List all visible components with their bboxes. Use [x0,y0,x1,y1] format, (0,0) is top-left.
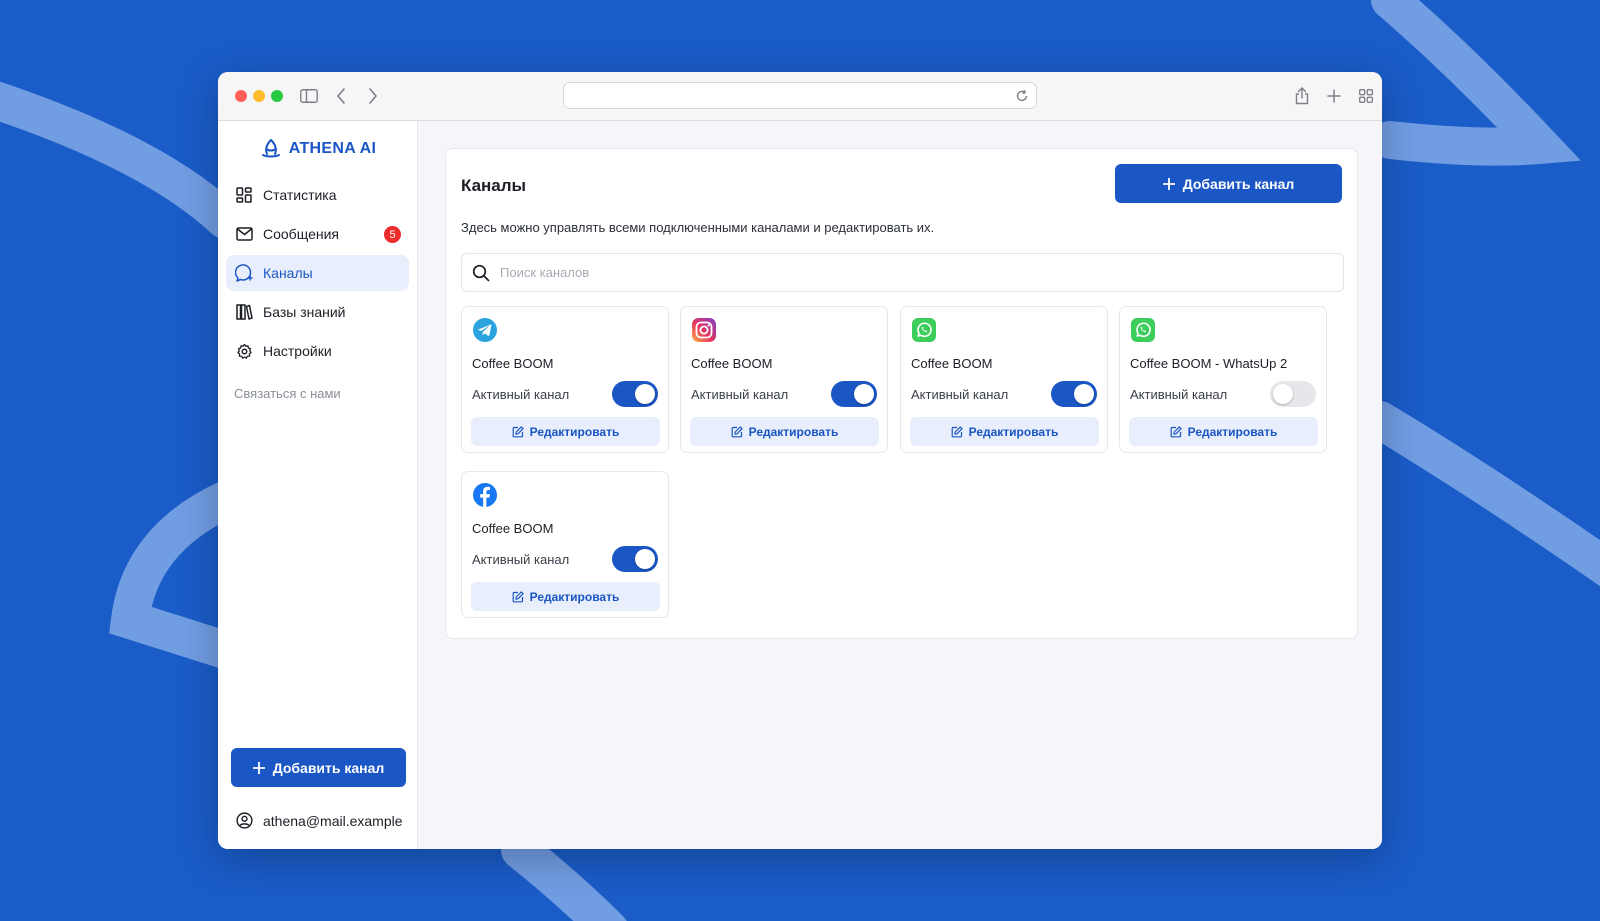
channel-name: Coffee BOOM [472,356,554,371]
whatsapp-icon [1131,318,1155,342]
edit-icon [1170,425,1182,437]
active-toggle[interactable] [1051,381,1097,407]
channel-card: Coffee BOOM Активный канал Редактировать [461,306,669,453]
add-channel-button[interactable]: Добавить канал [1115,164,1342,203]
active-toggle[interactable] [1270,381,1316,407]
channel-name: Coffee BOOM - WhatsUp 2 [1130,356,1288,371]
channels-panel: Каналы Добавить канал Здесь можно управл… [445,148,1358,639]
active-channel-label: Активный канал [472,387,570,402]
active-toggle[interactable] [612,546,658,572]
edit-channel-button[interactable]: Редактировать [1129,417,1318,446]
edit-label: Редактировать [1187,424,1278,439]
facebook-icon [473,483,497,507]
edit-channel-button[interactable]: Редактировать [471,417,660,446]
edit-icon [731,425,743,437]
sidebar-add-channel-label: Добавить канал [272,759,385,776]
whatsapp-icon [912,318,936,342]
active-channel-label: Активный канал [911,387,1009,402]
user-account[interactable]: athena@mail.example [236,812,403,829]
edit-label: Редактировать [748,424,839,439]
active-channel-label: Активный канал [472,552,570,567]
toggle-knob [1273,384,1293,404]
new-tab-icon[interactable] [1322,84,1346,108]
user-email: athena@mail.example [263,812,403,829]
active-channel-label: Активный канал [1130,387,1228,402]
channel-card: Coffee BOOM Активный канал Редактировать [680,306,888,453]
sidebar-item-label: Настройки [263,343,332,359]
sidebar-item-messages[interactable]: Сообщения 5 [226,216,409,252]
edit-icon [512,590,524,602]
sidebar-item-label: Сообщения [263,226,339,242]
forward-icon[interactable] [361,84,385,108]
app-body: ATHENA AI Статистика Сообщения 5 Каналы … [218,121,1382,849]
share-icon[interactable] [1290,84,1314,108]
telegram-icon [473,318,497,342]
close-window-button[interactable] [235,90,247,102]
search-box [461,253,1344,292]
search-icon [472,264,490,281]
app-logo[interactable]: ATHENA AI [218,136,417,162]
channel-card: Coffee BOOM - WhatsUp 2 Активный канал Р… [1119,306,1327,453]
edit-icon [951,425,963,437]
contact-us-link[interactable]: Связаться с нами [234,386,417,401]
channel-name: Coffee BOOM [472,521,554,536]
edit-channel-button[interactable]: Редактировать [910,417,1099,446]
edit-label: Редактировать [968,424,1059,439]
tab-overview-icon[interactable] [1354,84,1378,108]
plus-icon [1162,177,1175,190]
browser-window: ATHENA AI Статистика Сообщения 5 Каналы … [218,72,1382,849]
app-name: ATHENA AI [288,140,377,157]
channel-card: Coffee BOOM Активный канал Редактировать [461,471,669,618]
toggle-knob [635,384,655,404]
toggle-knob [635,549,655,569]
add-channel-label: Добавить канал [1182,175,1295,192]
edit-label: Редактировать [529,424,620,439]
sidebar: ATHENA AI Статистика Сообщения 5 Каналы … [218,121,418,849]
sidebar-nav: Статистика Сообщения 5 Каналы Базы знани… [218,177,417,369]
plus-icon [252,761,265,774]
sidebar-item-knowledge-bases[interactable]: Базы знаний [226,294,409,330]
toggle-knob [854,384,874,404]
page-title: Каналы [461,176,527,195]
sidebar-item-label: Статистика [263,187,337,203]
address-bar[interactable] [563,82,1037,109]
sidebar-item-label: Каналы [263,265,313,281]
edit-label: Редактировать [529,589,620,604]
maximize-window-button[interactable] [271,90,283,102]
toggle-knob [1074,384,1094,404]
active-toggle[interactable] [612,381,658,407]
athena-logo-icon [261,139,280,158]
sidebar-toggle-icon[interactable] [297,84,321,108]
search-input[interactable] [500,265,1300,280]
channel-name: Coffee BOOM [691,356,773,371]
edit-icon [512,425,524,437]
back-icon[interactable] [329,84,353,108]
reload-icon[interactable] [1014,88,1030,104]
sidebar-item-channels[interactable]: Каналы [226,255,409,291]
instagram-icon [692,318,716,342]
sidebar-item-settings[interactable]: Настройки [226,333,409,369]
mail-icon [234,224,254,244]
library-icon [234,302,254,322]
sidebar-item-statistics[interactable]: Статистика [226,177,409,213]
user-circle-icon [236,812,253,829]
gear-icon [234,341,254,361]
channel-name: Coffee BOOM [911,356,993,371]
edit-channel-button[interactable]: Редактировать [471,582,660,611]
active-toggle[interactable] [831,381,877,407]
dashboard-icon [234,185,254,205]
active-channel-label: Активный канал [691,387,789,402]
page-description: Здесь можно управлять всеми подключенным… [461,220,935,235]
edit-channel-button[interactable]: Редактировать [690,417,879,446]
browser-toolbar [218,72,1382,121]
sidebar-add-channel-button[interactable]: Добавить канал [231,748,406,787]
channel-card: Coffee BOOM Активный канал Редактировать [900,306,1108,453]
sidebar-item-label: Базы знаний [263,304,346,320]
chat-bubble-icon [234,263,254,283]
main-content: Каналы Добавить канал Здесь можно управл… [418,121,1382,849]
minimize-window-button[interactable] [253,90,265,102]
unread-badge: 5 [384,226,401,243]
